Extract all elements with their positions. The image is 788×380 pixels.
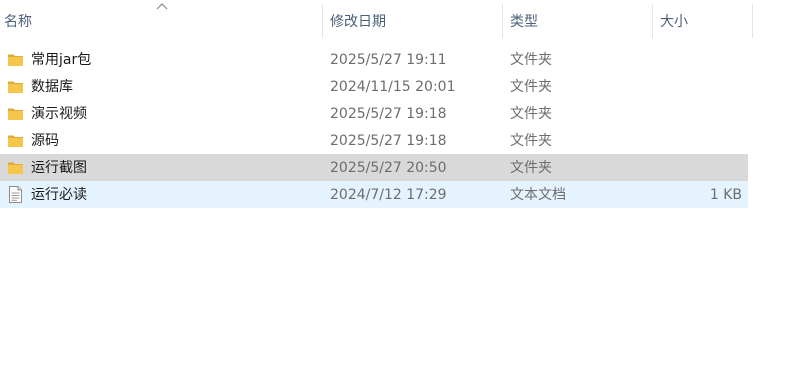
column-divider[interactable] bbox=[752, 4, 753, 38]
file-row[interactable]: 演示视频 2025/5/27 19:18 文件夹 bbox=[0, 100, 748, 127]
column-header-name[interactable]: 名称 bbox=[4, 0, 322, 38]
column-header-date-label: 修改日期 bbox=[330, 14, 386, 30]
text-document-icon bbox=[9, 186, 22, 203]
file-name: 运行必读 bbox=[31, 187, 87, 203]
file-date: 2025/5/27 19:11 bbox=[330, 52, 447, 68]
column-divider[interactable] bbox=[322, 4, 323, 38]
file-size: 1 KB bbox=[709, 187, 742, 203]
file-date: 2025/5/27 19:18 bbox=[330, 133, 447, 149]
file-type: 文件夹 bbox=[510, 133, 552, 149]
file-row-selected[interactable]: 运行截图 2025/5/27 20:50 文件夹 bbox=[0, 154, 748, 181]
file-row[interactable]: 数据库 2024/11/15 20:01 文件夹 bbox=[0, 73, 748, 100]
file-name: 数据库 bbox=[31, 79, 73, 95]
column-header-size-label: 大小 bbox=[660, 14, 688, 30]
folder-icon bbox=[8, 81, 23, 93]
file-name: 运行截图 bbox=[31, 160, 87, 176]
column-divider[interactable] bbox=[502, 4, 503, 38]
file-type: 文件夹 bbox=[510, 79, 552, 95]
column-header-bar: 名称 修改日期 类型 大小 bbox=[0, 0, 788, 42]
folder-icon bbox=[8, 135, 23, 147]
file-row-hovered[interactable]: 运行必读 2024/7/12 17:29 文本文档 1 KB bbox=[0, 181, 748, 208]
file-explorer-details-view: 名称 修改日期 类型 大小 常用jar包 2025/5/27 19:11 文件夹… bbox=[0, 0, 788, 380]
file-row[interactable]: 源码 2025/5/27 19:18 文件夹 bbox=[0, 127, 748, 154]
folder-icon bbox=[8, 162, 23, 174]
file-name: 演示视频 bbox=[31, 106, 87, 122]
folder-icon bbox=[8, 54, 23, 66]
file-row[interactable]: 常用jar包 2025/5/27 19:11 文件夹 bbox=[0, 46, 748, 73]
folder-icon bbox=[8, 108, 23, 120]
file-type: 文件夹 bbox=[510, 52, 552, 68]
column-header-name-label: 名称 bbox=[4, 14, 32, 30]
file-name: 源码 bbox=[31, 133, 59, 149]
column-header-type[interactable]: 类型 bbox=[510, 0, 652, 38]
file-name: 常用jar包 bbox=[31, 52, 92, 68]
file-date: 2024/7/12 17:29 bbox=[330, 187, 447, 203]
file-type: 文件夹 bbox=[510, 160, 552, 176]
file-type: 文件夹 bbox=[510, 106, 552, 122]
column-divider[interactable] bbox=[652, 4, 653, 38]
column-header-size[interactable]: 大小 bbox=[660, 0, 752, 38]
file-date: 2025/5/27 20:50 bbox=[330, 160, 447, 176]
file-date: 2024/11/15 20:01 bbox=[330, 79, 456, 95]
file-type: 文本文档 bbox=[510, 187, 566, 203]
file-date: 2025/5/27 19:18 bbox=[330, 106, 447, 122]
sort-ascending-icon bbox=[156, 3, 168, 10]
column-header-type-label: 类型 bbox=[510, 14, 538, 30]
column-header-date[interactable]: 修改日期 bbox=[330, 0, 502, 38]
